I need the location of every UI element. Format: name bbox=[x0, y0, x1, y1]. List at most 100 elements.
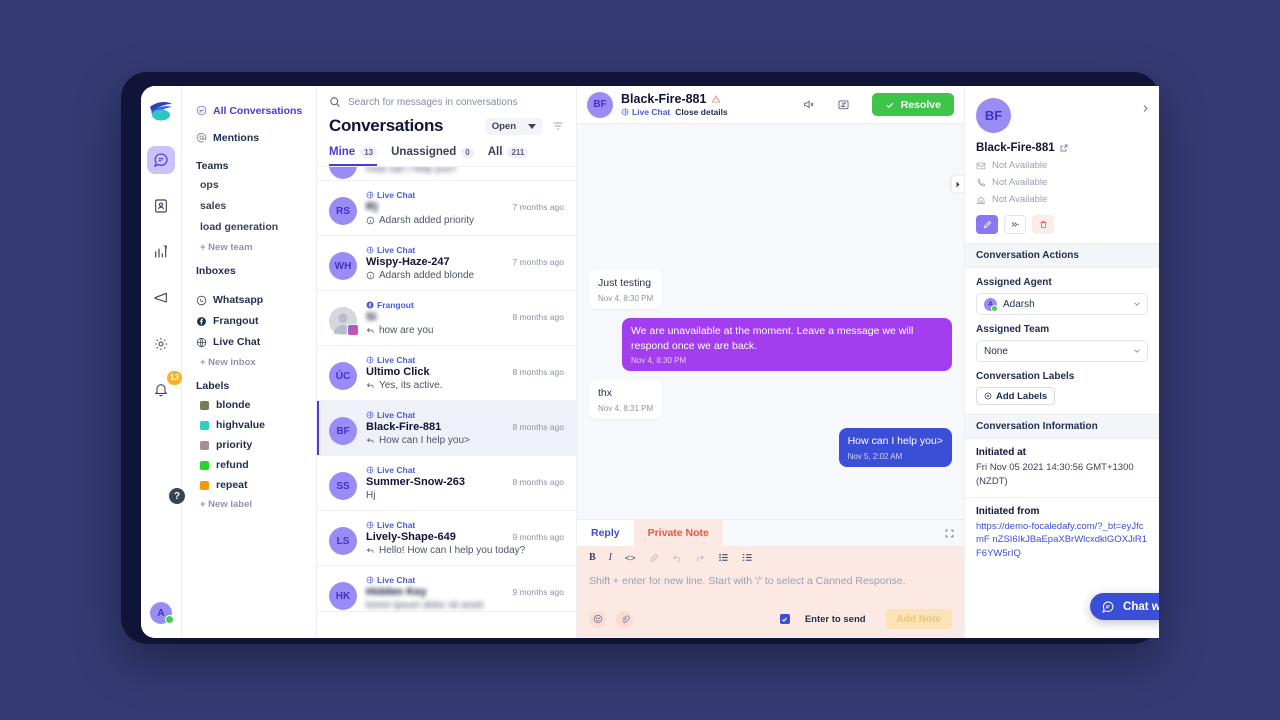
tab-label: Unassigned bbox=[391, 146, 457, 158]
label-text: blonde bbox=[216, 399, 251, 411]
reply-icon bbox=[366, 382, 374, 388]
message-text: Just testing bbox=[598, 277, 652, 289]
list-item-name: Si bbox=[366, 311, 377, 323]
assigned-team-value: None bbox=[984, 345, 1008, 357]
tab-private-note[interactable]: Private Note bbox=[634, 520, 723, 546]
rail-item-conversations[interactable] bbox=[147, 146, 175, 174]
edit-pencil-icon[interactable] bbox=[976, 215, 998, 234]
avatar[interactable]: A bbox=[150, 602, 174, 624]
composer-footer: Enter to send Add Note bbox=[577, 609, 964, 638]
sidebar-item-team-sales[interactable]: sales bbox=[200, 200, 316, 212]
help-icon[interactable]: ? bbox=[169, 488, 185, 504]
sidebar-item-label-priority[interactable]: priority bbox=[200, 439, 316, 451]
add-labels-button[interactable]: Add Labels bbox=[976, 387, 1056, 405]
conversation-actions-heading: Conversation Actions bbox=[965, 243, 1159, 268]
assigned-team-select[interactable]: None bbox=[976, 340, 1148, 362]
sidebar-item-label-refund[interactable]: refund bbox=[200, 459, 316, 471]
channel-label: Live Chat bbox=[632, 107, 671, 117]
tab-mine[interactable]: Mine 13 bbox=[329, 146, 378, 166]
sidebar-item-label-highvalue[interactable]: highvalue bbox=[200, 419, 316, 431]
initiated-at-block: Initiated at Fri Nov 05 2021 14:30:56 GM… bbox=[965, 439, 1159, 498]
assigned-agent-select[interactable]: A Adarsh bbox=[976, 293, 1148, 315]
message-text: thx bbox=[598, 387, 613, 400]
list-item-preview: How can I help you> bbox=[379, 435, 470, 446]
trash-icon[interactable] bbox=[1032, 215, 1054, 234]
list-item[interactable]: WH Live Chat Wispy-Haze-247 7 months ago bbox=[317, 236, 576, 291]
message-bubble: Just testing Nov 4, 8:30 PM bbox=[589, 270, 663, 309]
sidebar-item-all-conversations[interactable]: All Conversations bbox=[196, 100, 316, 121]
chat-widget-button[interactable]: Chat with u bbox=[1090, 593, 1159, 620]
list-ordered-icon[interactable] bbox=[742, 552, 753, 563]
sidebar-item-label-repeat[interactable]: repeat bbox=[200, 479, 316, 491]
chat-contact-name: Black-Fire-881 bbox=[621, 92, 707, 106]
bold-icon[interactable]: B bbox=[589, 552, 596, 563]
initiated-from-value[interactable]: https://demo-focaledafy.com/?_bt=eyJfcmF… bbox=[976, 520, 1148, 561]
filter-icon[interactable] bbox=[552, 120, 564, 132]
list-item[interactable]: LS Live Chat Lively-Shape-649 9 months a… bbox=[317, 511, 576, 566]
rail-item-settings[interactable] bbox=[147, 330, 175, 358]
snooze-icon[interactable] bbox=[837, 98, 850, 111]
rail-item-campaigns[interactable] bbox=[147, 284, 175, 312]
sidebar-item-label-blonde[interactable]: blonde bbox=[200, 399, 316, 411]
tab-all[interactable]: All 211 bbox=[488, 146, 529, 166]
sidebar-item-inbox-frangout[interactable]: Frangout bbox=[196, 315, 316, 327]
paperclip-icon[interactable] bbox=[616, 610, 633, 628]
list-item-preview: Hello! How can I help you today? bbox=[379, 545, 526, 556]
sidebar-item-inbox-whatsapp[interactable]: Whatsapp bbox=[196, 294, 316, 306]
sidebar-item-team-ops[interactable]: ops bbox=[200, 179, 316, 191]
rail-item-notifications[interactable]: 13 bbox=[147, 371, 182, 404]
undo-icon[interactable] bbox=[672, 553, 682, 563]
external-link-icon[interactable] bbox=[1060, 144, 1068, 152]
list-bullet-icon[interactable] bbox=[718, 552, 729, 563]
channel-badge: Live Chat bbox=[621, 107, 670, 117]
list-item[interactable]: Frangout Si 8 months ago how are you bbox=[317, 291, 576, 346]
rail-item-contacts[interactable] bbox=[147, 192, 175, 220]
redo-icon[interactable] bbox=[695, 553, 705, 563]
enter-to-send-label: Enter to send bbox=[804, 613, 866, 625]
channel-badge: Live Chat bbox=[366, 190, 564, 200]
mute-icon[interactable] bbox=[802, 98, 815, 111]
resolve-button[interactable]: Resolve bbox=[871, 93, 954, 116]
sidebar-item-mentions[interactable]: Mentions bbox=[196, 127, 316, 148]
italic-icon[interactable]: I bbox=[609, 552, 612, 563]
inboxes-heading: Inboxes bbox=[196, 265, 236, 277]
send-button[interactable]: Add Note bbox=[885, 609, 952, 629]
message-input[interactable]: Shift + enter for new line. Start with '… bbox=[577, 567, 964, 609]
avatar: SS bbox=[329, 472, 357, 500]
reply-icon bbox=[366, 327, 374, 333]
tab-reply[interactable]: Reply bbox=[577, 520, 634, 546]
enter-to-send-checkbox[interactable] bbox=[779, 614, 790, 624]
list-item-name: Wispy-Haze-247 bbox=[366, 256, 450, 268]
list-item[interactable]: SS Live Chat Summer-Snow-263 8 months ag… bbox=[317, 456, 576, 511]
merge-icon[interactable] bbox=[1004, 215, 1026, 234]
sidebar-item-inbox-live-chat[interactable]: Live Chat bbox=[196, 336, 316, 348]
list-item[interactable]: HK Live Chat Hidden Key 9 months ago lor… bbox=[317, 566, 576, 612]
sidebar-item-team-load-generation[interactable]: load generation bbox=[200, 221, 316, 233]
search-input[interactable] bbox=[348, 96, 564, 108]
initiated-at-label: Initiated at bbox=[976, 447, 1027, 458]
expand-icon[interactable] bbox=[944, 520, 964, 546]
new-inbox-button[interactable]: + New inbox bbox=[200, 357, 316, 368]
list-item[interactable]: How can I help you> bbox=[317, 167, 576, 181]
link-icon[interactable] bbox=[649, 553, 659, 563]
new-team-button[interactable]: + New team bbox=[200, 242, 316, 253]
contact-attribute-value: Not Available bbox=[992, 194, 1048, 205]
contact-attribute-company: Not Available bbox=[976, 194, 1148, 205]
new-label-button[interactable]: + New label bbox=[200, 499, 316, 510]
sidebar-toggle-button[interactable] bbox=[952, 176, 964, 192]
code-icon[interactable]: <> bbox=[625, 553, 636, 563]
emoji-icon[interactable] bbox=[589, 610, 606, 628]
status-filter-dropdown[interactable]: Open bbox=[484, 117, 543, 135]
list-item[interactable]: ÚC Live Chat Último Click 8 months ago Y… bbox=[317, 346, 576, 401]
search-bar[interactable] bbox=[317, 86, 576, 116]
tab-unassigned[interactable]: Unassigned 0 bbox=[391, 146, 474, 166]
initiated-at-value: Fri Nov 05 2021 14:30:56 GMT+1300 (NZDT) bbox=[976, 462, 1134, 487]
contact-name-row: Black-Fire-881 bbox=[976, 142, 1148, 154]
list-item[interactable]: RS Live Chat R) 7 months ago Adarsh adde… bbox=[317, 181, 576, 236]
close-details-button[interactable]: Close details bbox=[675, 107, 727, 117]
list-item-time: 8 months ago bbox=[512, 312, 564, 322]
rail-item-reports[interactable] bbox=[147, 238, 175, 266]
chevron-right-icon[interactable] bbox=[1141, 104, 1150, 113]
list-item[interactable]: BF Live Chat Black-Fire-881 8 months ago bbox=[317, 401, 576, 456]
conversation-rows[interactable]: How can I help you> RS Live Chat R) 7 mo… bbox=[317, 167, 576, 638]
